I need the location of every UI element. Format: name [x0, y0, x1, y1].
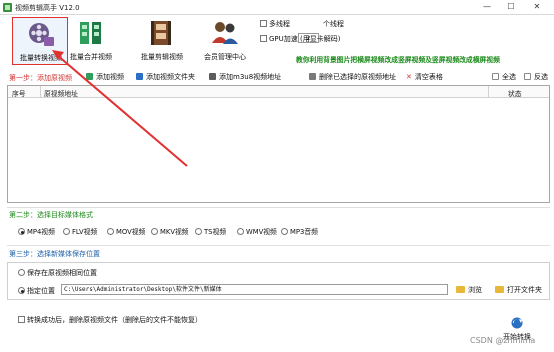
tutorial-link[interactable]: 教你利用背景图片把横屏视频改成竖屏视频及竖屏视频改成横屏视频: [296, 54, 500, 64]
column-divider: [488, 86, 489, 98]
link-icon: [209, 73, 216, 80]
same-location-label: 保存在原视频相同位置: [27, 269, 97, 277]
radio-button: [195, 228, 202, 235]
checkbox-box: [260, 35, 267, 42]
delete-after-label: 转换成功后，删除原视频文件（删除后的文件不能恢复）: [27, 316, 202, 324]
format-option-mp4[interactable]: MP4视频: [18, 226, 55, 236]
toolbar-item-label: 批量转换视频: [20, 54, 62, 62]
step2-label: 第二步：选择目标媒体格式: [9, 211, 93, 219]
toolbar-item-label: 批量剪辑视频: [141, 53, 183, 61]
table-header: 序号 原视频地址 状态: [8, 86, 549, 98]
format-label: FLV视频: [72, 228, 98, 236]
add-video-button[interactable]: 添加视频: [86, 72, 124, 82]
maximize-button[interactable]: ☐: [500, 0, 522, 14]
open-folder-label: 打开文件夹: [507, 286, 542, 294]
clear-table-button[interactable]: ✕ 清空表格: [406, 72, 443, 82]
checkbox-box: [260, 20, 267, 27]
batch-convert-button[interactable]: 批量转换视频: [12, 17, 68, 65]
radio-button: [281, 228, 288, 235]
format-label: TS视频: [204, 228, 227, 236]
format-option-wmv[interactable]: WMV视频: [237, 226, 277, 236]
divider: [7, 207, 550, 208]
member-center-button[interactable]: 会员管理中心: [197, 17, 253, 65]
minimize-button[interactable]: —: [476, 0, 498, 14]
title-bar: 视频剪辑高手 V12.0 — ☐ ✕: [0, 0, 554, 15]
column-divider: [40, 86, 41, 98]
format-option-mp3[interactable]: MP3音频: [281, 226, 318, 236]
column-header-status: 状态: [508, 90, 522, 98]
invert-selection-button[interactable]: 反选: [524, 72, 548, 82]
format-option-flv[interactable]: FLV视频: [63, 226, 97, 236]
multithread-label: 多线程: [269, 20, 290, 28]
step1-label: 第一步：添加原视频: [9, 74, 72, 82]
convert-icon: [511, 317, 523, 329]
video-list-table[interactable]: 序号 原视频地址 状态: [7, 85, 550, 203]
column-header-path: 原视频地址: [44, 90, 78, 98]
save-path-input[interactable]: C:\Users\Administrator\Desktop\软件文件\新媒体: [61, 284, 448, 295]
column-header-index: 序号: [12, 90, 26, 98]
custom-location-radio[interactable]: 指定位置: [18, 286, 55, 296]
app-icon: [3, 3, 12, 12]
open-folder-button[interactable]: 打开文件夹: [495, 285, 542, 295]
select-all-label: 全选: [502, 73, 516, 81]
browse-label: 浏览: [468, 286, 482, 294]
window-title: 视频剪辑高手 V12.0: [15, 4, 80, 12]
radio-button: [107, 228, 114, 235]
radio-button: [18, 228, 25, 235]
select-all-button[interactable]: 全选: [492, 72, 516, 82]
radio-button: [18, 287, 25, 294]
checkbox-box: [18, 316, 25, 323]
watermark: CSDN @zhmima: [470, 336, 536, 345]
folder-icon: [456, 286, 465, 293]
delete-list-icon: [309, 73, 316, 80]
film-merge-icon: [80, 22, 101, 44]
custom-location-label: 指定位置: [27, 287, 55, 295]
add-m3u8-label: 添加m3u8视频地址: [219, 73, 282, 81]
add-video-icon: [86, 73, 93, 80]
multithread-checkbox[interactable]: 多线程: [260, 19, 290, 29]
batch-edit-button[interactable]: 批量剪辑视频: [134, 17, 190, 65]
add-folder-icon: [136, 73, 143, 80]
clear-table-label: 清空表格: [414, 73, 443, 81]
radio-button: [237, 228, 244, 235]
step3-label: 第三步：选择新媒体保存位置: [9, 250, 100, 258]
delete-selected-button[interactable]: 删除已选择的原视频地址: [309, 72, 396, 82]
thread-unit-label: 个线程: [323, 20, 344, 28]
gpu-checkbox[interactable]: GPU加速 (用显卡解码): [260, 34, 340, 44]
invert-icon: [524, 73, 531, 80]
clear-icon: ✕: [406, 73, 412, 81]
divider: [7, 245, 550, 246]
toolbar-item-label: 批量合并视频: [70, 53, 112, 61]
format-label: MOV视频: [116, 228, 146, 236]
close-button[interactable]: ✕: [526, 0, 548, 14]
browse-button[interactable]: 浏览: [456, 285, 482, 295]
radio-button: [18, 269, 25, 276]
same-location-radio[interactable]: 保存在原视频相同位置: [18, 268, 97, 278]
format-option-mkv[interactable]: MKV视频: [151, 226, 189, 236]
radio-button: [63, 228, 70, 235]
radio-button: [151, 228, 158, 235]
format-label: MP4视频: [27, 228, 55, 236]
open-folder-icon: [495, 286, 504, 293]
format-label: MP3音频: [290, 228, 318, 236]
add-folder-button[interactable]: 添加视频文件夹: [136, 72, 195, 82]
add-m3u8-button[interactable]: 添加m3u8视频地址: [209, 72, 281, 82]
film-cut-icon: [151, 21, 171, 45]
toolbar-item-label: 会员管理中心: [204, 53, 246, 61]
gpu-label: GPU加速 (用显卡解码): [269, 35, 341, 43]
delete-selected-label: 删除已选择的原视频地址: [319, 73, 396, 81]
delete-after-convert-checkbox[interactable]: 转换成功后，删除原视频文件（删除后的文件不能恢复）: [18, 315, 202, 325]
format-label: WMV视频: [246, 228, 277, 236]
users-icon: [212, 22, 238, 44]
film-reel-icon: [29, 23, 54, 46]
add-folder-label: 添加视频文件夹: [146, 73, 195, 81]
format-label: MKV视频: [160, 228, 189, 236]
batch-merge-button[interactable]: 批量合并视频: [63, 17, 119, 65]
add-video-label: 添加视频: [96, 73, 124, 81]
format-option-ts[interactable]: TS视频: [195, 226, 226, 236]
format-option-mov[interactable]: MOV视频: [107, 226, 145, 236]
invert-label: 反选: [534, 73, 548, 81]
select-all-icon: [492, 73, 499, 80]
